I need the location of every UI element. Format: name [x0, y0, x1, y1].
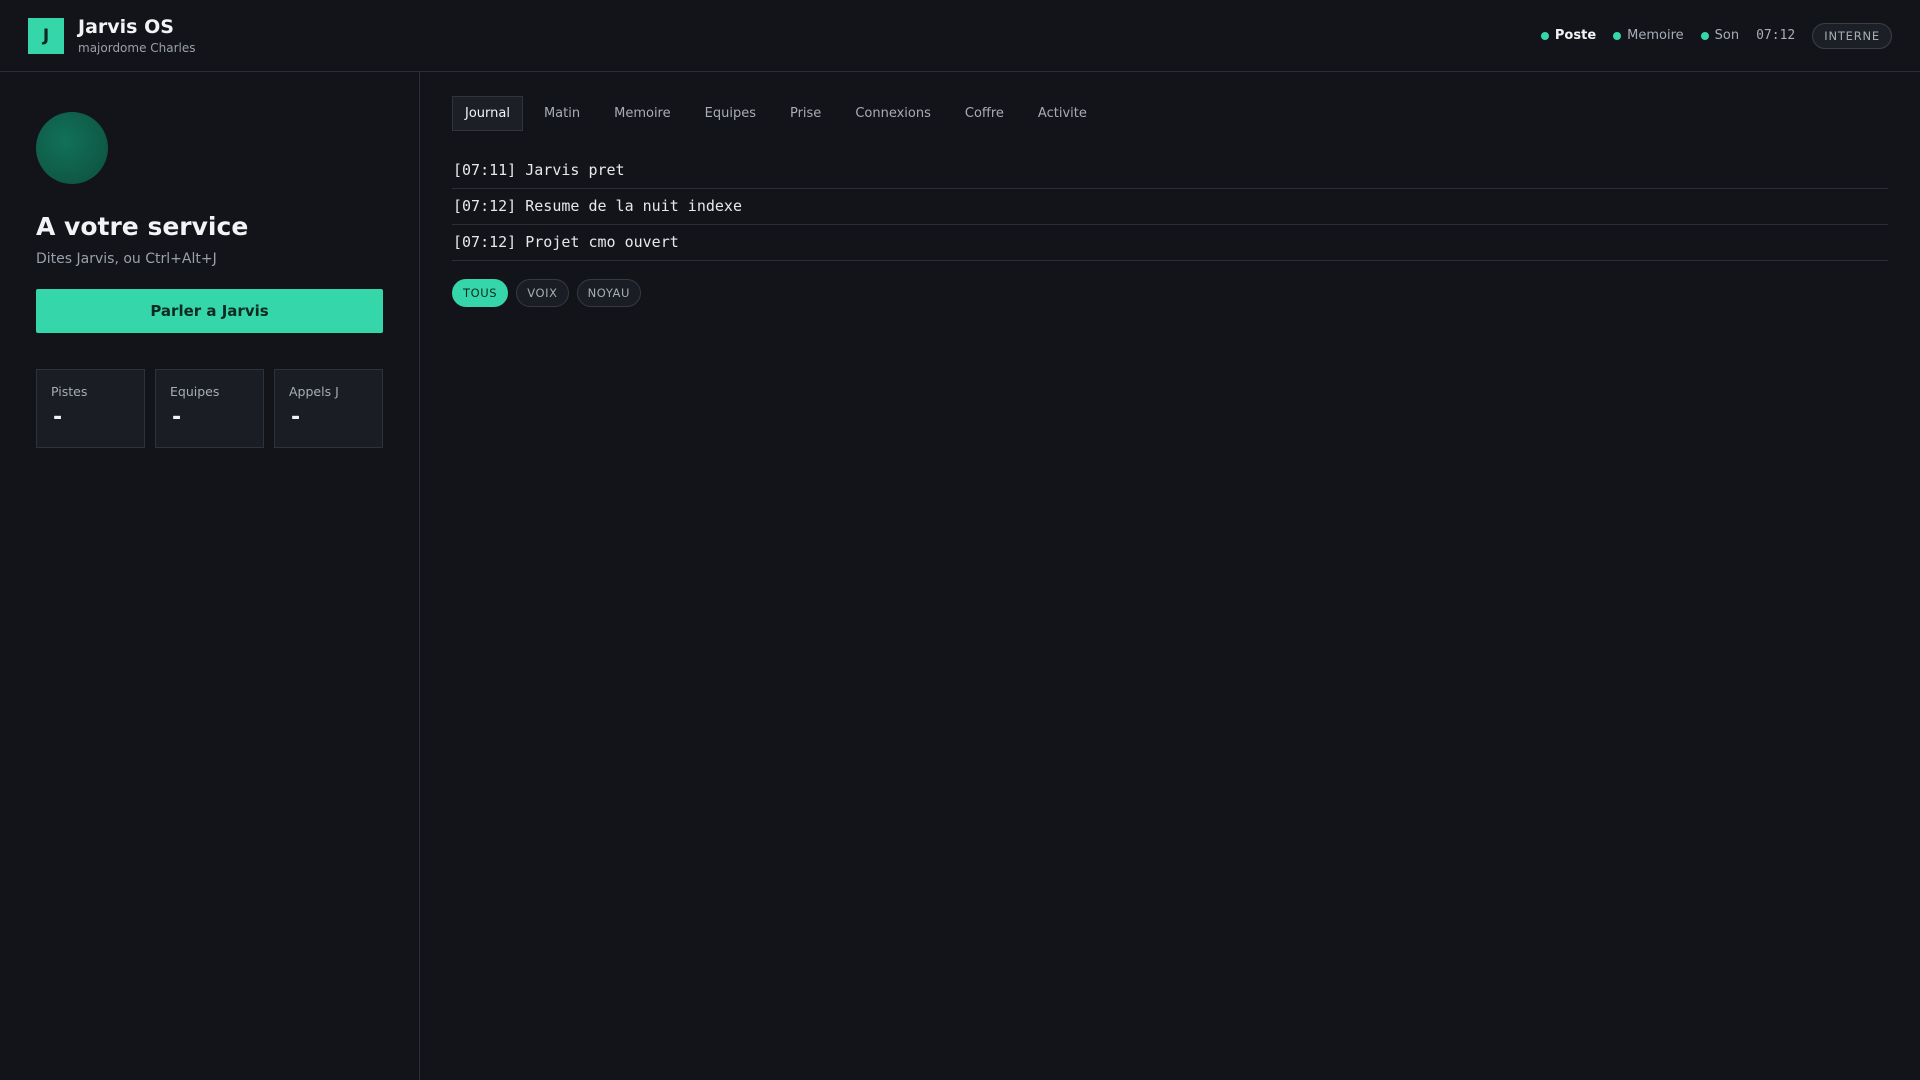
app-subtitle: majordome Charles — [78, 41, 196, 55]
status-dot-icon — [1540, 31, 1549, 40]
status-poste[interactable]: Poste — [1540, 28, 1597, 43]
log-entry: [07:12] Projet cmo ouvert — [452, 225, 1888, 261]
stat-label: Appels J — [289, 384, 339, 399]
log-filters: TOUS VOIX NOYAU — [452, 279, 1888, 307]
app-title: Jarvis OS — [78, 16, 174, 38]
stat-card-appels: Appels J - — [274, 369, 383, 448]
assistant-avatar — [36, 112, 108, 184]
log-entry: [07:11] Jarvis pret — [452, 153, 1888, 189]
app-header: J Jarvis OS majordome Charles Poste Memo… — [0, 0, 1920, 72]
tab-activite[interactable]: Activite — [1025, 96, 1100, 131]
log-entry: [07:12] Resume de la nuit indexe — [452, 189, 1888, 225]
tab-matin[interactable]: Matin — [531, 96, 593, 131]
hero-subtitle: Dites Jarvis, ou Ctrl+Alt+J — [36, 251, 217, 267]
tab-coffre[interactable]: Coffre — [952, 96, 1017, 131]
stat-value: - — [172, 405, 182, 430]
mode-badge[interactable]: INTERNE — [1812, 22, 1892, 49]
stat-card-pistes: Pistes - — [36, 369, 145, 448]
app-logo: J — [28, 17, 64, 54]
stat-card-equipes: Equipes - — [155, 369, 264, 448]
status-dot-icon — [1613, 31, 1622, 40]
stat-label: Pistes — [51, 384, 88, 399]
status-bar: Poste Memoire Son 07:12 INTERNE — [1540, 22, 1892, 49]
filter-voix[interactable]: VOIX — [516, 279, 569, 307]
status-son[interactable]: Son — [1700, 28, 1740, 43]
status-label: Poste — [1554, 28, 1597, 43]
brand: Jarvis OS majordome Charles — [78, 16, 196, 55]
stats-row: Pistes - Equipes - Appels J - — [36, 369, 383, 448]
clock: 07:12 — [1756, 28, 1796, 43]
filter-noyau[interactable]: NOYAU — [576, 279, 642, 307]
journal-log: [07:11] Jarvis pret [07:12] Resume de la… — [452, 153, 1888, 261]
sidebar: A votre service Dites Jarvis, ou Ctrl+Al… — [0, 72, 420, 1080]
status-dot-icon — [1700, 31, 1709, 40]
tab-memoire[interactable]: Memoire — [601, 96, 684, 131]
status-memoire[interactable]: Memoire — [1613, 28, 1684, 43]
filter-tous[interactable]: TOUS — [452, 279, 509, 307]
tab-prise[interactable]: Prise — [777, 96, 834, 131]
status-label: Memoire — [1627, 28, 1684, 43]
tab-journal[interactable]: Journal — [452, 96, 523, 131]
main-panel: Journal Matin Memoire Equipes Prise Conn… — [420, 72, 1920, 1080]
tab-equipes[interactable]: Equipes — [692, 96, 769, 131]
tab-connexions[interactable]: Connexions — [842, 96, 944, 131]
stat-label: Equipes — [170, 384, 220, 399]
tab-bar: Journal Matin Memoire Equipes Prise Conn… — [452, 96, 1888, 131]
talk-to-jarvis-button[interactable]: Parler a Jarvis — [36, 289, 383, 333]
stat-value: - — [291, 405, 301, 430]
stat-value: - — [53, 405, 63, 430]
status-label: Son — [1714, 28, 1740, 43]
hero-title: A votre service — [36, 212, 249, 241]
